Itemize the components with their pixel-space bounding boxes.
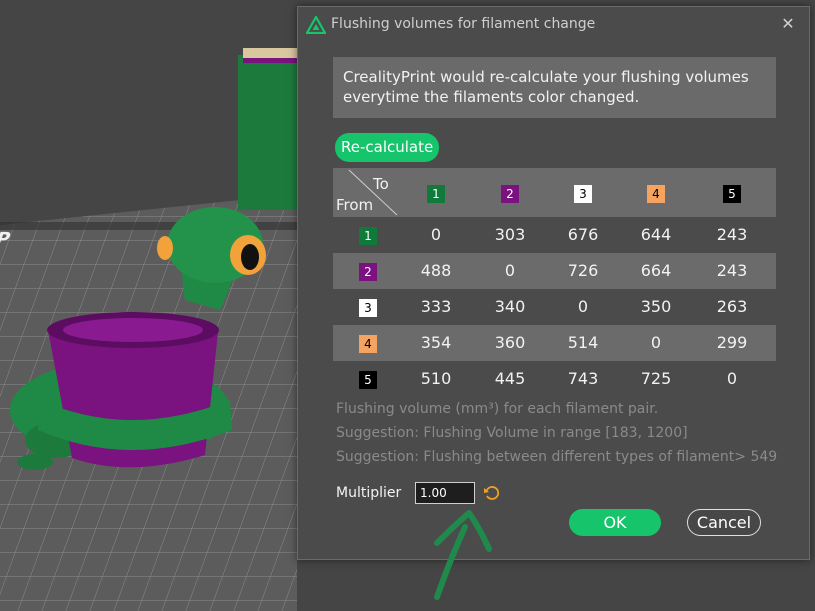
- matrix-cell[interactable]: 726: [548, 253, 618, 289]
- row-header: 4: [333, 325, 403, 361]
- matrix-cell[interactable]: 743: [548, 361, 618, 397]
- corner-from-label: From: [336, 196, 374, 214]
- hint-range: Suggestion: Flushing Volume in range [18…: [336, 425, 688, 441]
- row-header: 5: [333, 361, 403, 397]
- prime-tower: [238, 55, 297, 210]
- multiplier-label: Multiplier: [336, 485, 402, 501]
- matrix-cell[interactable]: 676: [548, 217, 618, 253]
- matrix-cell[interactable]: 360: [475, 325, 545, 361]
- row-header: 3: [333, 289, 403, 325]
- flushing-volumes-dialog: Flushing volumes for filament change ✕ C…: [297, 6, 810, 560]
- filament-swatch: 1: [427, 184, 445, 203]
- matrix-cell[interactable]: 0: [401, 217, 471, 253]
- matrix-row: 1 0 303 676 644 243: [333, 217, 776, 253]
- hint-types: Suggestion: Flushing between different t…: [336, 449, 778, 465]
- hint-unit: Flushing volume (mm³) for each filament …: [336, 401, 659, 417]
- ok-button[interactable]: OK: [569, 509, 661, 536]
- multiplier-input[interactable]: [415, 482, 475, 504]
- matrix-cell[interactable]: 514: [548, 325, 618, 361]
- matrix-cell[interactable]: 340: [475, 289, 545, 325]
- flushing-matrix: To From 1 2 3 4 5 1 0 303 676 644 243 2 488 0 726…: [333, 168, 776, 397]
- filament-swatch: 3: [574, 184, 592, 203]
- app-logo-icon: [306, 16, 326, 34]
- matrix-cell[interactable]: 263: [697, 289, 767, 325]
- matrix-row: 2 488 0 726 664 243: [333, 253, 776, 289]
- row-header: 2: [333, 253, 403, 289]
- close-icon: ✕: [781, 14, 795, 33]
- corner-to-label: To: [373, 175, 389, 193]
- matrix-row: 4 354 360 514 0 299: [333, 325, 776, 361]
- reset-icon[interactable]: [482, 483, 502, 503]
- annotation-arrow-icon: [434, 510, 492, 600]
- matrix-cell[interactable]: 510: [401, 361, 471, 397]
- matrix-cell[interactable]: 243: [697, 217, 767, 253]
- dialog-title: Flushing volumes for filament change: [331, 16, 596, 32]
- close-button[interactable]: ✕: [779, 15, 797, 33]
- row-header: 1: [333, 217, 403, 253]
- matrix-cell[interactable]: 350: [621, 289, 691, 325]
- column-header: 3: [548, 168, 618, 217]
- filament-swatch: 2: [501, 184, 519, 203]
- matrix-cell[interactable]: 644: [621, 217, 691, 253]
- column-header: 4: [621, 168, 691, 217]
- info-message: CrealityPrint would re-calculate your fl…: [333, 57, 776, 118]
- matrix-cell[interactable]: 299: [697, 325, 767, 361]
- recalculate-button[interactable]: Re-calculate: [335, 133, 440, 162]
- column-header: 5: [697, 168, 767, 217]
- matrix-cell[interactable]: 333: [401, 289, 471, 325]
- matrix-cell[interactable]: 488: [401, 253, 471, 289]
- filament-swatch: 1: [359, 226, 377, 245]
- cancel-button[interactable]: Cancel: [687, 509, 761, 536]
- matrix-cell[interactable]: 0: [697, 361, 767, 397]
- filament-swatch: 5: [359, 370, 377, 389]
- filament-swatch: 4: [647, 184, 665, 203]
- matrix-row: 5 510 445 743 725 0: [333, 361, 776, 397]
- matrix-cell[interactable]: 445: [475, 361, 545, 397]
- dialog-titlebar[interactable]: Flushing volumes for filament change ✕: [298, 7, 809, 43]
- matrix-cell[interactable]: 243: [697, 253, 767, 289]
- matrix-cell[interactable]: 0: [548, 289, 618, 325]
- matrix-cell[interactable]: 725: [621, 361, 691, 397]
- matrix-cell[interactable]: 664: [621, 253, 691, 289]
- matrix-row: 3 333 340 0 350 263: [333, 289, 776, 325]
- matrix-header-row: To From 1 2 3 4 5: [333, 168, 776, 217]
- matrix-cell[interactable]: 0: [621, 325, 691, 361]
- filament-swatch: 3: [359, 298, 377, 317]
- matrix-cell[interactable]: 0: [475, 253, 545, 289]
- filament-swatch: 2: [359, 262, 377, 281]
- column-header: 2: [475, 168, 545, 217]
- filament-swatch: 5: [723, 184, 741, 203]
- filament-swatch: 4: [359, 334, 377, 353]
- matrix-cell[interactable]: 354: [401, 325, 471, 361]
- matrix-cell[interactable]: 303: [475, 217, 545, 253]
- matrix-body: 1 0 303 676 644 243 2 488 0 726 664 243 3 333 340 0 350 2…: [333, 217, 776, 397]
- column-header: 1: [401, 168, 471, 217]
